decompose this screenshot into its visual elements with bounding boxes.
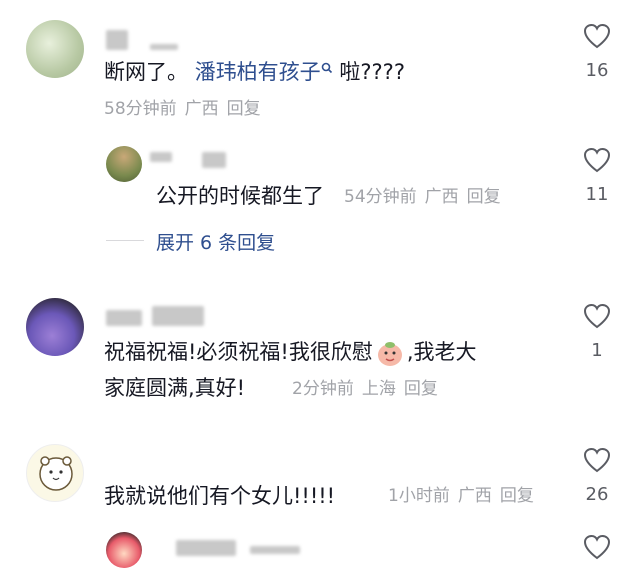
heart-icon[interactable]	[583, 447, 611, 473]
heart-icon[interactable]	[583, 23, 611, 49]
expand-divider	[106, 240, 144, 241]
location: 广西	[184, 99, 219, 119]
reply-button[interactable]: 回复	[404, 379, 438, 399]
heart-icon[interactable]	[583, 534, 611, 560]
avatar[interactable]	[26, 20, 84, 78]
timestamp: 2分钟前	[292, 379, 354, 399]
username-redacted	[250, 546, 300, 554]
reply-meta: 54分钟前 广西 回复	[344, 186, 509, 208]
timestamp: 1小时前	[388, 486, 450, 506]
location: 广西	[424, 187, 459, 207]
timestamp: 54分钟前	[344, 187, 417, 207]
avatar[interactable]	[26, 298, 84, 356]
comment-text: 祝福祝福!必须祝福!我很欣慰 ,我老大	[104, 338, 477, 367]
username-redacted	[150, 44, 178, 50]
reply-button[interactable]: 回复	[227, 99, 261, 119]
cartoon-bear-icon	[39, 456, 73, 491]
comment-meta: 2分钟前 上海 回复	[292, 378, 446, 400]
avatar[interactable]	[106, 532, 142, 568]
expand-replies-button[interactable]: 展开 6 条回复	[156, 228, 275, 255]
username-redacted	[176, 540, 236, 556]
avatar[interactable]	[106, 146, 142, 182]
username-redacted	[150, 152, 172, 162]
reply-button[interactable]: 回复	[467, 187, 501, 207]
comment-meta: 58分钟前 广西 回复	[104, 98, 269, 120]
like-count: 26	[585, 484, 609, 505]
comment-text: 我就说他们有个女儿!!!!!	[104, 484, 336, 508]
mention-link[interactable]: 潘玮柏有孩子	[195, 60, 321, 84]
like-count: 16	[585, 60, 609, 81]
reply-text: 公开的时候都生了	[156, 184, 324, 208]
peach-face-emoji	[377, 342, 402, 366]
heart-icon[interactable]	[583, 147, 611, 173]
heart-icon[interactable]	[583, 303, 611, 329]
like-count: 1	[591, 340, 603, 361]
avatar[interactable]	[26, 444, 84, 502]
username-redacted	[202, 152, 226, 168]
username-redacted	[106, 30, 128, 50]
comment-text: 断网了。 潘玮柏有孩子 啦????	[104, 60, 405, 84]
timestamp: 58分钟前	[104, 99, 177, 119]
username-redacted	[106, 310, 142, 326]
username-redacted	[152, 306, 204, 326]
reply-button[interactable]: 回复	[500, 486, 534, 506]
location: 上海	[361, 379, 396, 399]
comment-text-line2: 家庭圆满,真好!	[104, 376, 246, 400]
search-icon[interactable]	[321, 62, 333, 74]
location: 广西	[457, 486, 492, 506]
like-count: 11	[585, 184, 609, 205]
comment-meta: 1小时前 广西 回复	[388, 485, 542, 507]
